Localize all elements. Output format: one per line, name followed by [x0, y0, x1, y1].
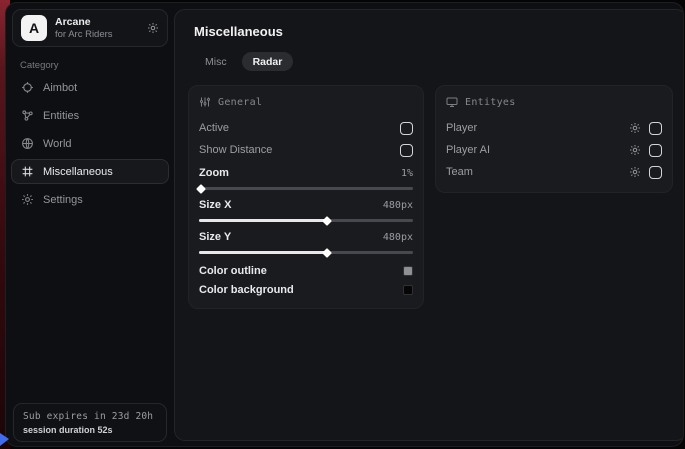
sidebar-item-label: Entities	[43, 110, 79, 122]
size-x-value: 480px	[383, 200, 413, 211]
color-outline-label: Color outline	[199, 265, 267, 277]
sidebar: A Arcane for Arc Riders Category Aimbot	[6, 3, 174, 446]
player-settings-gear-icon[interactable]	[629, 122, 641, 134]
monitor-icon	[446, 96, 458, 108]
zoom-value: 1%	[401, 168, 413, 179]
entities-panel-title: Entityes	[465, 97, 516, 108]
tab-bar: Misc Radar	[194, 52, 673, 71]
team-checkbox[interactable]	[649, 166, 662, 179]
size-y-slider-thumb[interactable]	[322, 248, 332, 258]
sub-expires-text: Sub expires in 23d 20h	[23, 411, 157, 422]
session-duration-text: session duration 52s	[23, 425, 157, 435]
zoom-label: Zoom	[199, 167, 229, 179]
size-x-slider[interactable]	[199, 219, 413, 222]
sliders-icon	[199, 96, 211, 108]
page-title: Miscellaneous	[194, 24, 673, 39]
app-name: Arcane	[55, 16, 139, 29]
sidebar-item-entities[interactable]: Entities	[11, 103, 169, 128]
sidebar-item-label: Aimbot	[43, 82, 77, 94]
tab-radar[interactable]: Radar	[242, 52, 294, 71]
size-x-slider-thumb[interactable]	[322, 216, 332, 226]
zoom-slider-group: Zoom 1%	[199, 165, 413, 190]
color-background-row: Color background	[199, 280, 413, 299]
main-panel: Miscellaneous Misc Radar General Active	[174, 9, 684, 441]
player-ai-row: Player AI	[446, 139, 662, 161]
size-y-slider-group: Size Y 480px	[199, 229, 413, 254]
player-label: Player	[446, 122, 477, 134]
sidebar-item-miscellaneous[interactable]: Miscellaneous	[11, 159, 169, 184]
general-panel: General Active Show Distance Zoom 1%	[188, 85, 424, 309]
sidebar-item-world[interactable]: World	[11, 131, 169, 156]
account-gear-icon[interactable]	[147, 22, 159, 34]
size-x-slider-group: Size X 480px	[199, 197, 413, 222]
sidebar-item-settings[interactable]: Settings	[11, 187, 169, 212]
zoom-slider[interactable]	[199, 187, 413, 190]
active-checkbox[interactable]	[400, 122, 413, 135]
show-distance-checkbox[interactable]	[400, 144, 413, 157]
active-row: Active	[199, 117, 413, 139]
grid-icon	[21, 165, 34, 178]
sidebar-item-label: World	[43, 138, 72, 150]
sidebar-item-aimbot[interactable]: Aimbot	[11, 75, 169, 100]
mouse-cursor	[0, 433, 9, 446]
sidebar-item-label: Miscellaneous	[43, 166, 113, 178]
color-background-swatch[interactable]	[403, 285, 413, 295]
zoom-slider-thumb[interactable]	[196, 184, 206, 194]
entities-panel: Entityes Player Player AI	[435, 85, 673, 193]
team-label: Team	[446, 166, 473, 178]
size-y-slider[interactable]	[199, 251, 413, 254]
category-label: Category	[20, 60, 170, 71]
size-x-label: Size X	[199, 199, 231, 211]
app-window: A Arcane for Arc Riders Category Aimbot	[5, 2, 684, 447]
player-ai-checkbox[interactable]	[649, 144, 662, 157]
show-distance-row: Show Distance	[199, 139, 413, 161]
logo-card: A Arcane for Arc Riders	[12, 9, 168, 47]
show-distance-label: Show Distance	[199, 144, 272, 156]
player-ai-settings-gear-icon[interactable]	[629, 144, 641, 156]
color-outline-swatch[interactable]	[403, 266, 413, 276]
team-settings-gear-icon[interactable]	[629, 166, 641, 178]
entities-icon	[21, 109, 34, 122]
subscription-card: Sub expires in 23d 20h session duration …	[13, 403, 167, 442]
tab-misc[interactable]: Misc	[194, 52, 238, 71]
size-y-value: 480px	[383, 232, 413, 243]
player-row: Player	[446, 117, 662, 139]
general-panel-title: General	[218, 97, 262, 108]
size-y-label: Size Y	[199, 231, 231, 243]
app-subtitle: for Arc Riders	[55, 29, 139, 40]
sidebar-item-label: Settings	[43, 194, 83, 206]
player-checkbox[interactable]	[649, 122, 662, 135]
gear-icon	[21, 193, 34, 206]
app-logo: A	[21, 15, 47, 41]
sidebar-nav: Aimbot Entities World Miscellaneous	[10, 75, 170, 212]
color-outline-row: Color outline	[199, 261, 413, 280]
player-ai-label: Player AI	[446, 144, 490, 156]
team-row: Team	[446, 161, 662, 183]
crosshair-icon	[21, 81, 34, 94]
color-background-label: Color background	[199, 284, 294, 296]
active-label: Active	[199, 122, 229, 134]
globe-icon	[21, 137, 34, 150]
